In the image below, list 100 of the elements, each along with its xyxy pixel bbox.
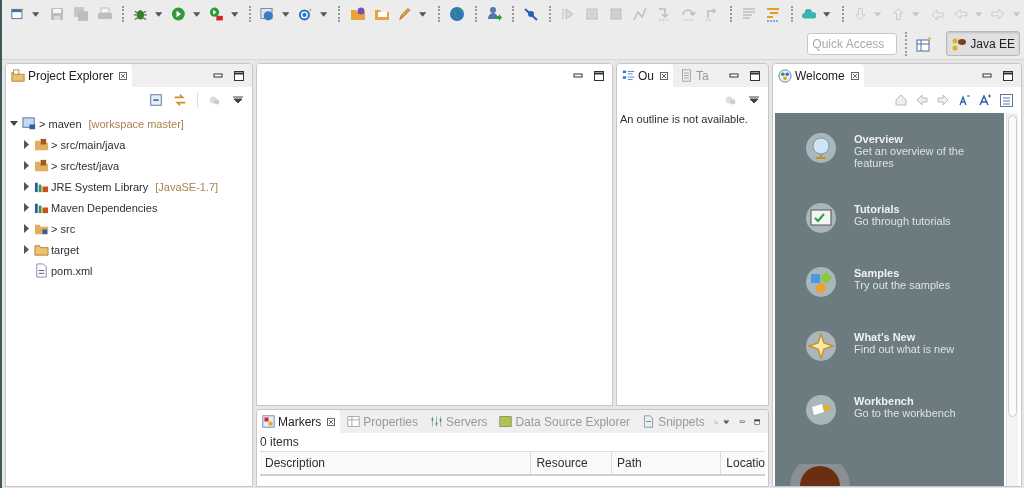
folder-icon	[349, 6, 366, 22]
column-header[interactable]: Description	[260, 452, 532, 474]
server-icon	[260, 6, 276, 22]
welcome-description: Try out the samples	[854, 279, 952, 291]
expanded-arrow-icon[interactable]	[10, 119, 19, 128]
collapsed-arrow-icon[interactable]	[22, 161, 31, 170]
dropdown-arrow-icon	[154, 11, 163, 17]
dropdown-arrow-icon	[874, 11, 882, 17]
dropdown-arrow-icon	[1012, 11, 1020, 17]
dropdown-arrow-icon	[974, 11, 982, 17]
shapes-icon[interactable]	[806, 267, 836, 297]
tree-item[interactable]: Maven Dependencies	[51, 201, 158, 214]
font-larger-icon[interactable]	[979, 94, 991, 106]
board-icon[interactable]	[806, 203, 836, 233]
collapsed-arrow-icon[interactable]	[22, 203, 31, 212]
dropdown-arrow-icon	[320, 11, 328, 17]
star-icon[interactable]	[806, 331, 836, 361]
panel-tab[interactable]: Project Explorer	[6, 64, 133, 87]
package-folder-icon	[34, 158, 49, 173]
task-icon	[680, 69, 693, 82]
tree-item-decoration: [JavaSE-1.7]	[155, 180, 219, 193]
welcome-icon	[778, 68, 792, 83]
maximize-icon[interactable]	[593, 69, 605, 82]
collapsed-arrow-icon[interactable]	[22, 224, 31, 233]
column-header[interactable]: Resource	[531, 452, 613, 474]
person-icon	[486, 6, 503, 22]
column-header[interactable]: Locatio	[721, 452, 765, 474]
cloud-icon	[801, 6, 817, 22]
outline-message: An outline is not available.	[619, 113, 749, 125]
close-icon[interactable]	[327, 417, 336, 426]
back-arrow-icon	[952, 6, 968, 22]
save-all-icon	[72, 6, 89, 22]
skip-breakpoints-icon	[523, 6, 540, 22]
outline-icon	[622, 69, 635, 82]
collapsed-arrow-icon[interactable]	[22, 140, 31, 149]
collapse-all-icon[interactable]	[149, 93, 163, 107]
folder-icon	[34, 242, 49, 257]
close-icon[interactable]	[850, 71, 859, 80]
panel-tab[interactable]: Welcome	[773, 64, 864, 87]
item-count: 0 items	[259, 434, 300, 451]
run-icon	[171, 6, 186, 22]
package-folder-icon	[34, 137, 49, 152]
welcome-link[interactable]: Samples	[854, 267, 994, 279]
welcome-link[interactable]: What's New	[854, 331, 994, 343]
welcome-description: Find out what is new	[854, 343, 956, 355]
welcome-link[interactable]: Workbench	[854, 395, 994, 407]
maximize-icon[interactable]	[749, 69, 761, 82]
welcome-link[interactable]: Overview	[854, 133, 994, 145]
close-icon[interactable]	[119, 71, 128, 80]
window-icon	[10, 6, 25, 22]
welcome-description: Go through tutorials	[854, 215, 952, 227]
tree-item[interactable]: > src/test/java	[51, 159, 120, 172]
tree-item[interactable]: target	[51, 243, 80, 256]
save-icon	[48, 6, 65, 22]
tree-item[interactable]: > src	[51, 222, 76, 235]
dropdown-arrow-icon	[823, 11, 831, 17]
collapsed-arrow-icon[interactable]	[22, 245, 31, 254]
pause-icon	[584, 6, 601, 22]
run-tool-icon	[209, 6, 224, 22]
markers-icon	[262, 415, 275, 428]
quick-access-field[interactable]: Quick Access	[807, 32, 898, 55]
project-icon	[22, 116, 37, 131]
close-icon[interactable]	[660, 71, 668, 80]
perspective-button[interactable]: Java EE	[946, 31, 1020, 56]
font-smaller-icon[interactable]	[958, 94, 970, 106]
globe-icon[interactable]	[806, 133, 836, 163]
panel-tab[interactable]: Markers	[257, 410, 341, 433]
dropdown-arrow-icon	[192, 11, 201, 17]
dropdown-arrow-icon	[282, 11, 290, 17]
servers-icon	[430, 415, 444, 428]
column-header[interactable]: Path	[612, 452, 722, 474]
maximize-icon[interactable]	[233, 69, 245, 82]
properties-icon	[347, 415, 361, 428]
customize-icon[interactable]	[1000, 93, 1013, 107]
view-menu-icon[interactable]	[748, 94, 760, 106]
maximize-icon[interactable]	[1002, 69, 1014, 82]
dropdown-arrow-icon	[230, 11, 239, 17]
view-menu-icon[interactable]	[232, 94, 244, 106]
up-arrow-icon	[890, 6, 906, 22]
globe-icon	[449, 6, 466, 22]
collapsed-arrow-icon[interactable]	[22, 182, 31, 191]
dropdown-arrow-icon	[419, 11, 427, 17]
tree-item[interactable]: > src/main/java	[51, 138, 126, 151]
dropdown-arrow-icon	[31, 11, 40, 17]
tree-item[interactable]: > maven	[39, 117, 82, 130]
tree-item[interactable]: pom.xml	[51, 264, 93, 277]
panel-tab[interactable]: Ou	[617, 64, 673, 87]
welcome-description: Get an overview of the features	[854, 145, 966, 169]
step-over-icon	[680, 6, 697, 22]
snippets-icon	[642, 415, 656, 428]
dropdown-arrow-icon	[912, 11, 920, 17]
down-arrow-icon	[852, 6, 868, 22]
tree-item[interactable]: JRE System Library	[51, 180, 149, 193]
stop-icon	[608, 6, 625, 22]
scrollbar[interactable]	[1006, 113, 1018, 486]
welcome-link[interactable]: Tutorials	[854, 203, 994, 215]
folder-icon	[11, 68, 25, 83]
forward-arrow-icon	[990, 6, 1006, 22]
welcome-description: Go to the workbench	[854, 407, 957, 419]
list-icon	[741, 6, 758, 22]
